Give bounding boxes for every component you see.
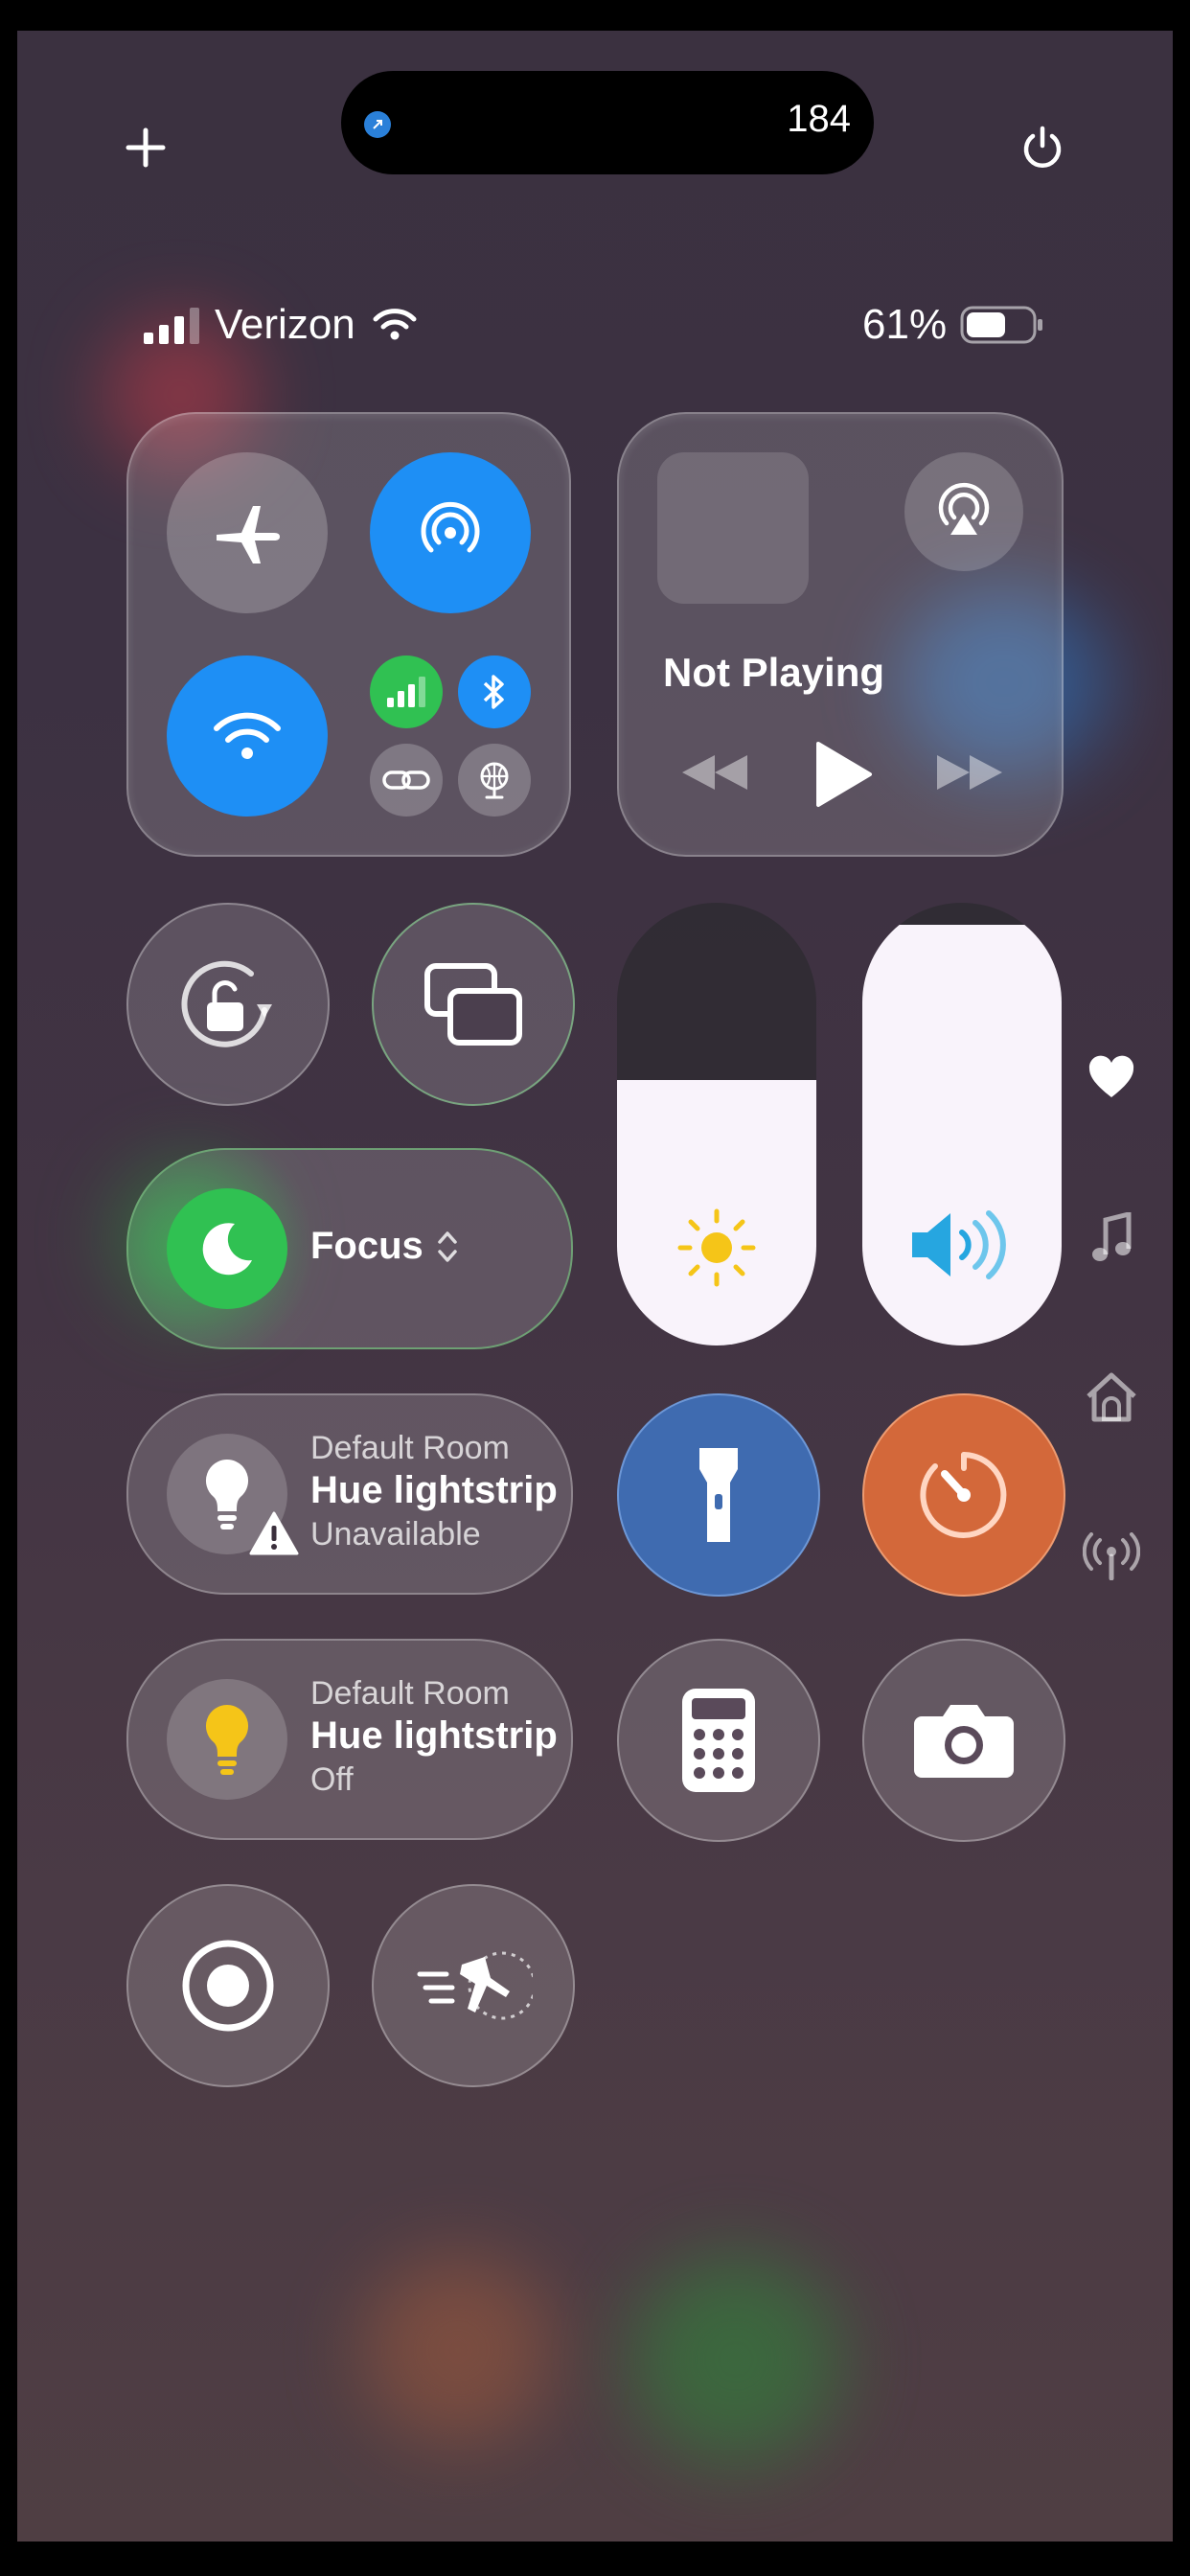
volume-slider[interactable] [862,903,1062,1346]
fast-forward-icon [937,755,1002,790]
accessory-room: Default Room [310,1675,510,1712]
blurred-app-icon [630,2254,841,2465]
flashlight-button[interactable] [617,1393,820,1597]
home-icon[interactable] [1083,1368,1140,1426]
screen-mirroring-button[interactable] [372,903,575,1106]
status-left: Verizon [144,301,417,349]
control-center: 184 Verizon 61% Not Playing Focus Defaul… [17,31,1173,2542]
speaker-volume-icon [912,1210,1006,1279]
chevron-up-down-icon [438,1230,457,1262]
album-artwork-placeholder [657,452,809,604]
wifi-status-icon [373,309,417,340]
timer-icon [920,1452,1007,1538]
record-icon [182,1940,274,2032]
connectivity-antenna-icon[interactable] [1083,1528,1140,1585]
connectivity-module [126,412,571,857]
sun-icon [677,1208,756,1287]
rewind-icon [682,755,747,790]
fast-forward-button[interactable] [933,751,1006,798]
play-button[interactable] [811,740,874,814]
cellular-bars-icon [387,677,425,707]
camera-button[interactable] [862,1639,1065,1842]
activity-count: 184 [787,98,851,140]
airplane-mode-button[interactable] [167,452,328,613]
status-right: 61% [862,301,1044,349]
home-accessory-tile[interactable]: Default Room Hue lightstrip Unavailable [126,1393,573,1595]
vehicle-motion-cues-button[interactable] [372,1884,575,2087]
timer-button[interactable] [862,1393,1065,1597]
orientation-lock-button[interactable] [126,903,330,1106]
blurred-app-icon [362,2254,554,2446]
accessory-room: Default Room [310,1430,510,1466]
accessory-icon-circle [167,1679,287,1800]
moon-icon [202,1223,252,1276]
music-note-icon[interactable] [1083,1209,1140,1267]
rewind-button[interactable] [678,751,751,798]
focus-button[interactable]: Focus [126,1148,573,1349]
wifi-button[interactable] [167,656,328,816]
battery-icon [960,306,1043,344]
battery-percent: 61% [862,301,948,348]
camera-icon [914,1705,1014,1778]
rotation-lock-icon [181,960,272,1047]
calculator-button[interactable] [617,1639,820,1842]
airplay-audio-icon [938,482,990,535]
motion-cues-icon [417,1951,533,2020]
brightness-slider[interactable] [617,903,816,1346]
focus-label-group: Focus [310,1225,458,1268]
activity-icon [364,111,391,138]
vpn-button[interactable] [458,744,531,816]
accessory-text: Default Room Hue lightstrip Unavailable [310,1430,560,1553]
airplay-button[interactable] [904,452,1023,571]
focus-label: Focus [310,1225,423,1267]
wifi-icon [214,712,281,759]
globe-icon [480,762,509,799]
accessory-name: Hue lightstrip [310,1714,558,1757]
screen-recording-button[interactable] [126,1884,330,2087]
airdrop-button[interactable] [370,452,531,613]
plus-icon[interactable] [117,119,174,176]
volume-fill [862,925,1062,1346]
link-icon [382,770,430,790]
lightbulb-icon [205,1460,249,1530]
power-icon[interactable] [1014,119,1071,176]
warning-icon [249,1510,299,1561]
bluetooth-icon [483,675,504,709]
personal-hotspot-button[interactable] [370,744,443,816]
favorites-heart-icon[interactable] [1083,1048,1140,1106]
accessory-status: Off [310,1761,354,1798]
flashlight-icon [699,1448,738,1542]
airdrop-icon [421,501,480,553]
bluetooth-button[interactable] [458,656,531,728]
play-icon [816,742,872,807]
lightbulb-icon [205,1705,249,1775]
accessory-name: Hue lightstrip [310,1469,558,1511]
sun-icon-wrap [617,1206,816,1290]
speaker-icon-wrap [862,1208,1062,1282]
now-playing-module[interactable]: Not Playing [617,412,1064,857]
cellular-signal-icon [144,308,199,344]
home-accessory-tile[interactable]: Default Room Hue lightstrip Off [126,1639,573,1840]
accessory-text: Default Room Hue lightstrip Off [310,1675,560,1799]
screen-mirroring-icon [424,963,522,1046]
accessory-status: Unavailable [310,1516,481,1552]
carrier-name: Verizon [215,301,355,348]
dynamic-island[interactable]: 184 [341,71,874,174]
cellular-data-button[interactable] [370,656,443,728]
calculator-icon [682,1689,755,1792]
focus-moon-circle [167,1188,287,1309]
now-playing-status: Not Playing [663,650,885,695]
airplane-icon [217,506,280,564]
